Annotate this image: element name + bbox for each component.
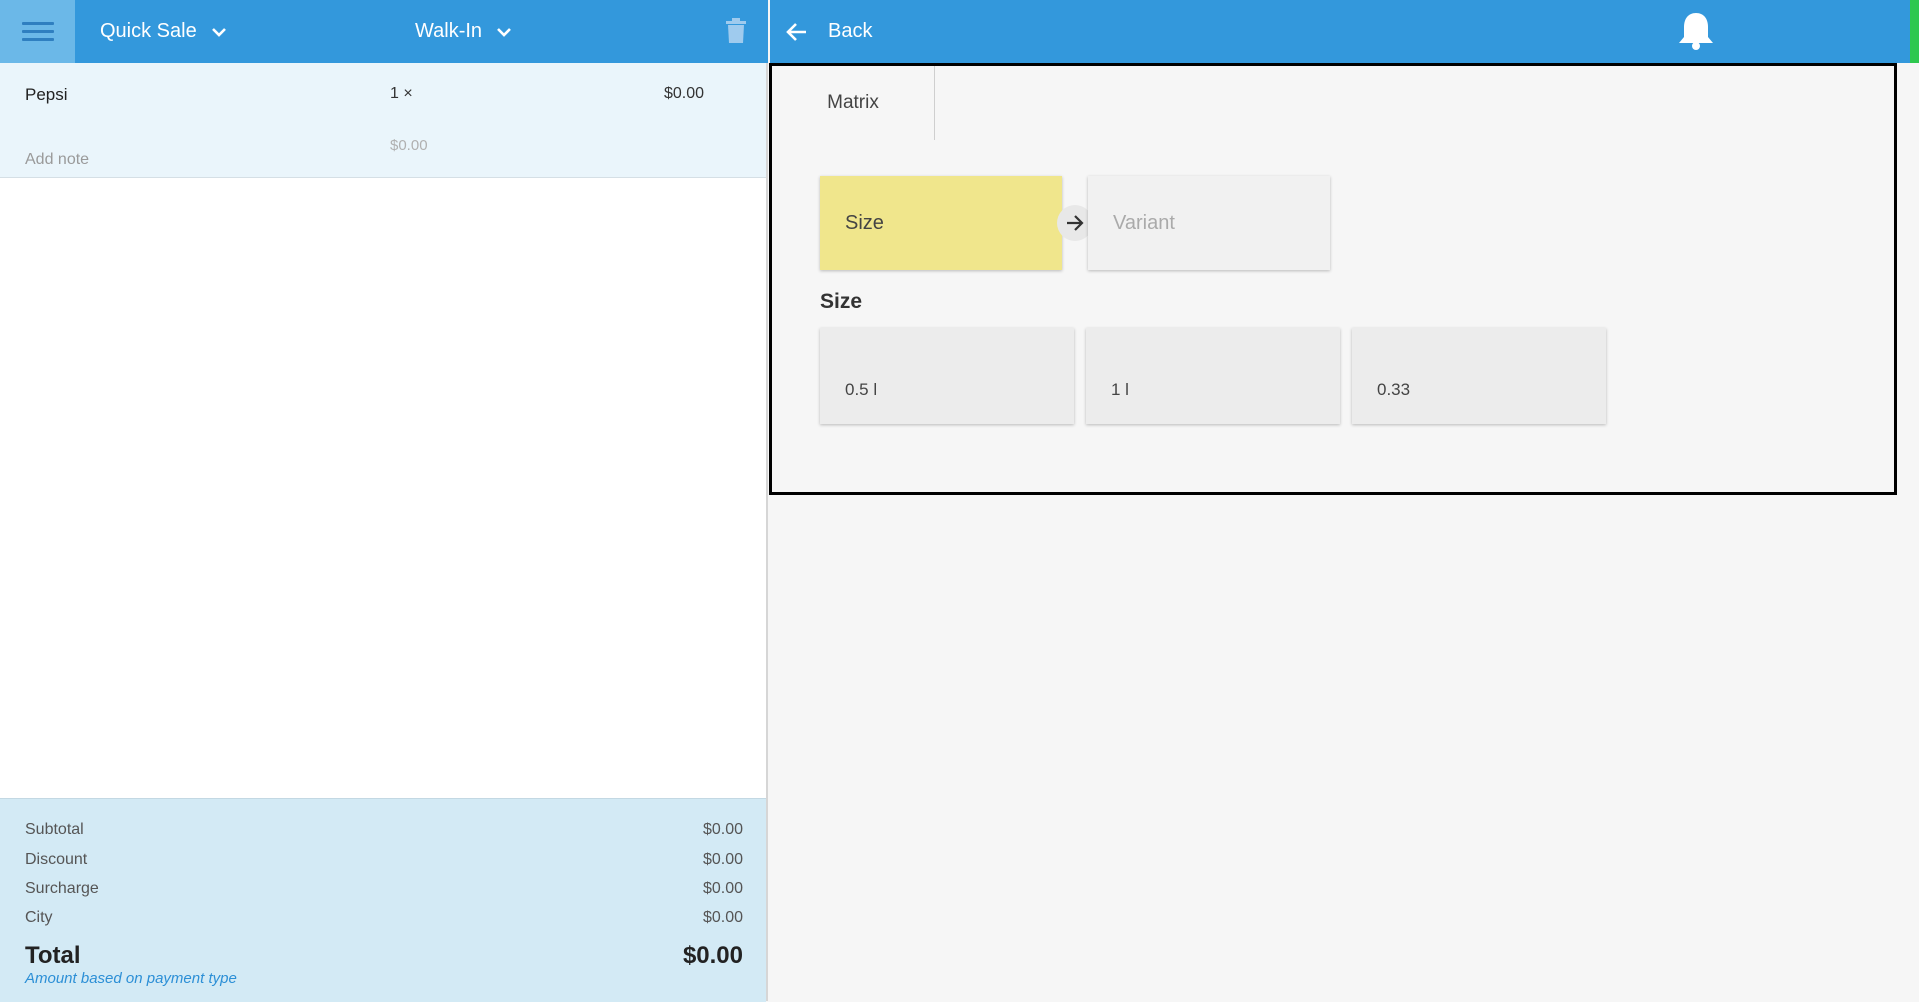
sale-type-dropdown[interactable]: Quick Sale	[100, 0, 227, 63]
customer-dropdown[interactable]: Walk-In	[415, 0, 512, 63]
arrow-right-icon	[1067, 215, 1084, 231]
option-1l[interactable]: 1 l	[1086, 328, 1340, 424]
matrix-panel: Matrix Size Variant Size 0.5 l 1 l 0.33	[769, 63, 1897, 495]
back-label: Back	[828, 20, 873, 42]
product-header: Back	[770, 0, 1910, 63]
order-header: Quick Sale Walk-In	[0, 0, 768, 63]
menu-button[interactable]	[0, 0, 75, 63]
city-value: $0.00	[702, 909, 743, 926]
subtotal-value: $0.00	[702, 821, 743, 838]
surcharge-value: $0.00	[702, 880, 743, 897]
back-button[interactable]: Back	[786, 0, 872, 63]
section-title: Size	[820, 290, 863, 313]
hamburger-icon	[21, 17, 54, 46]
tab-matrix[interactable]: Matrix	[772, 66, 935, 140]
discount-label: Discount	[25, 851, 88, 868]
step-variant[interactable]: Variant	[1088, 176, 1330, 270]
total-row: Total $0.00	[25, 942, 743, 970]
total-label: Total	[25, 942, 81, 969]
chevron-down-icon	[497, 27, 511, 37]
arrow-left-icon	[786, 22, 806, 41]
item-quantity[interactable]: 1 ×	[390, 85, 413, 103]
subtotal-row: Subtotal $0.00	[25, 821, 743, 839]
option-0-5l[interactable]: 0.5 l	[820, 328, 1074, 424]
item-name: Pepsi	[25, 85, 68, 104]
total-value: $0.00	[682, 942, 743, 969]
discount-value: $0.00	[702, 851, 743, 868]
item-unit-price: $0.00	[390, 137, 428, 154]
order-panel: Quick Sale Walk-In Pepsi 1 × $0.00 $0.00…	[0, 0, 768, 1002]
city-label: City	[25, 909, 53, 926]
trash-icon[interactable]	[725, 18, 747, 44]
customer-label: Walk-In	[415, 20, 483, 42]
surcharge-label: Surcharge	[25, 880, 99, 897]
item-price: $0.00	[664, 85, 705, 102]
chevron-down-icon	[211, 27, 226, 37]
payment-note: Amount based on payment type	[25, 970, 237, 987]
discount-row: Discount $0.00	[25, 851, 743, 869]
order-line-item[interactable]: Pepsi 1 × $0.00 $0.00 Add note	[0, 63, 766, 178]
totals-panel: Subtotal $0.00 Discount $0.00 Surcharge …	[0, 798, 766, 1002]
add-note-field[interactable]: Add note	[25, 151, 89, 169]
subtotal-label: Subtotal	[25, 821, 84, 838]
status-indicator	[1910, 0, 1919, 63]
step-size[interactable]: Size	[820, 176, 1062, 270]
sale-type-label: Quick Sale	[100, 20, 197, 42]
bell-icon[interactable]	[1675, 10, 1717, 52]
option-0-33[interactable]: 0.33	[1352, 328, 1606, 424]
surcharge-row: Surcharge $0.00	[25, 880, 743, 898]
city-row: City $0.00	[25, 909, 743, 927]
